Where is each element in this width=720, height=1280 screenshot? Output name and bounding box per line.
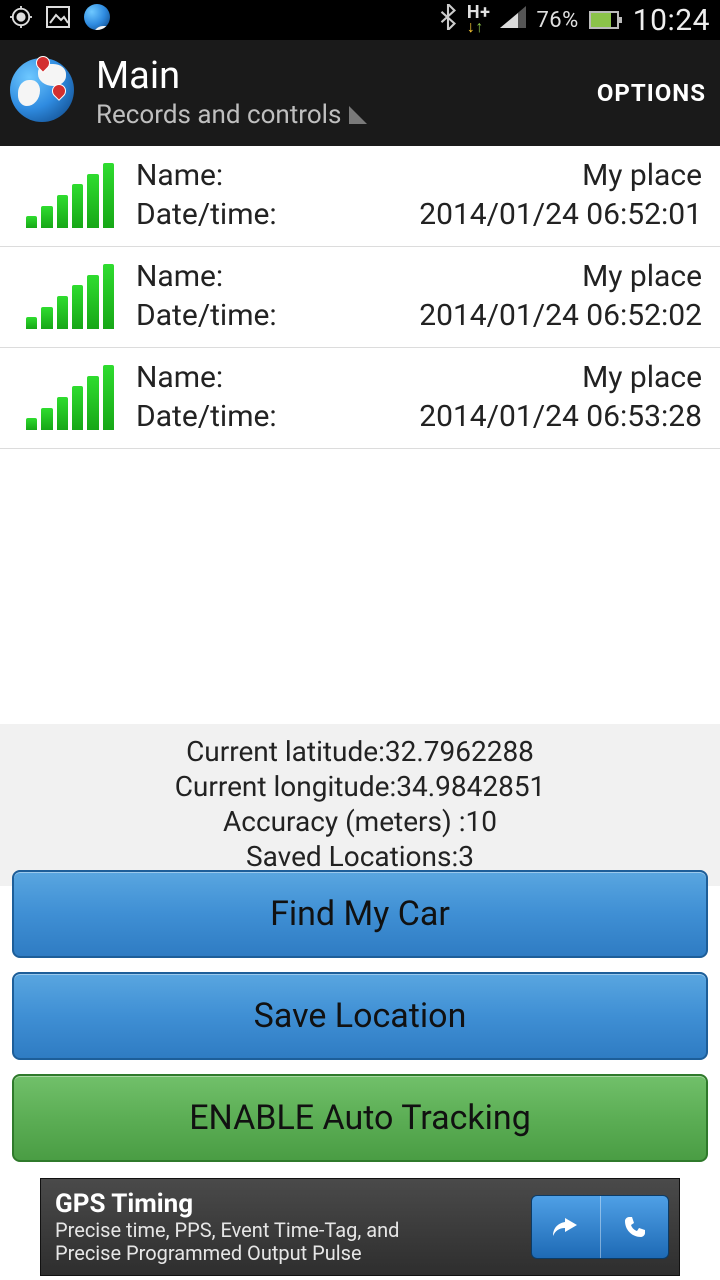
- options-button[interactable]: OPTIONS: [597, 79, 706, 107]
- location-icon: [10, 6, 32, 34]
- datetime-value: 2014/01/24 06:52:01: [419, 197, 702, 232]
- saved-value: 3: [458, 840, 474, 873]
- name-value: My place: [582, 360, 702, 395]
- records-list: Name: My place Date/time: 2014/01/24 06:52…: [0, 146, 720, 449]
- globe-notif-icon: [84, 4, 110, 36]
- name-label: Name:: [136, 360, 223, 395]
- datetime-value: 2014/01/24 06:53:28: [419, 399, 702, 434]
- lon-value: 34.9842851: [396, 770, 545, 803]
- record-row[interactable]: Name: My place Date/time: 2014/01/24 06:52…: [0, 247, 720, 348]
- datetime-label: Date/time:: [136, 197, 277, 232]
- location-info: Current latitude:32.7962288 Current long…: [0, 724, 720, 886]
- clock: 10:24: [633, 3, 710, 38]
- ad-title: GPS Timing: [55, 1189, 531, 1219]
- button-group: Find My Car Save Location ENABLE Auto Tr…: [12, 870, 708, 1162]
- image-icon: [46, 6, 70, 34]
- app-title: Main: [96, 56, 367, 98]
- datetime-label: Date/time:: [136, 298, 277, 333]
- signal-icon: [26, 263, 114, 329]
- status-bar: H+ ↓↑ 76% 10:24: [0, 0, 720, 40]
- name-label: Name:: [136, 158, 223, 193]
- app-subtitle: Records and controls: [96, 100, 341, 130]
- acc-value: 10: [465, 805, 496, 838]
- app-icon[interactable]: [10, 58, 80, 128]
- battery-percentage: 76%: [536, 8, 578, 33]
- name-value: My place: [582, 158, 702, 193]
- enable-auto-tracking-button[interactable]: ENABLE Auto Tracking: [12, 1074, 708, 1162]
- signal-icon: [26, 364, 114, 430]
- save-location-button[interactable]: Save Location: [12, 972, 708, 1060]
- ad-subtitle-line2: Precise Programmed Output Pulse: [55, 1242, 531, 1265]
- ad-share-button[interactable]: [532, 1196, 600, 1258]
- lon-label: Current longitude:: [175, 770, 397, 803]
- record-row[interactable]: Name: My place Date/time: 2014/01/24 06:53…: [0, 348, 720, 449]
- name-value: My place: [582, 259, 702, 294]
- lat-label: Current latitude:: [186, 735, 385, 768]
- battery-icon: [589, 11, 619, 29]
- ad-call-button[interactable]: [600, 1196, 668, 1258]
- title-dropdown[interactable]: Main Records and controls: [96, 56, 367, 130]
- bluetooth-icon: [439, 4, 457, 36]
- ad-banner[interactable]: GPS Timing Precise time, PPS, Event Time…: [40, 1178, 680, 1276]
- datetime-value: 2014/01/24 06:52:02: [419, 298, 702, 333]
- datetime-label: Date/time:: [136, 399, 277, 434]
- dropdown-icon: [349, 106, 367, 124]
- saved-label: Saved Locations:: [246, 840, 458, 873]
- name-label: Name:: [136, 259, 223, 294]
- signal-icon: [26, 162, 114, 228]
- find-my-car-button[interactable]: Find My Car: [12, 870, 708, 958]
- network-type-label: H+ ↓↑: [467, 6, 491, 35]
- lat-value: 32.7962288: [385, 735, 534, 768]
- signal-icon: [500, 6, 526, 34]
- ad-subtitle-line1: Precise time, PPS, Event Time-Tag, and: [55, 1219, 531, 1242]
- acc-label: Accuracy (meters) :: [223, 805, 465, 838]
- record-row[interactable]: Name: My place Date/time: 2014/01/24 06:52…: [0, 146, 720, 247]
- action-bar: Main Records and controls OPTIONS: [0, 40, 720, 146]
